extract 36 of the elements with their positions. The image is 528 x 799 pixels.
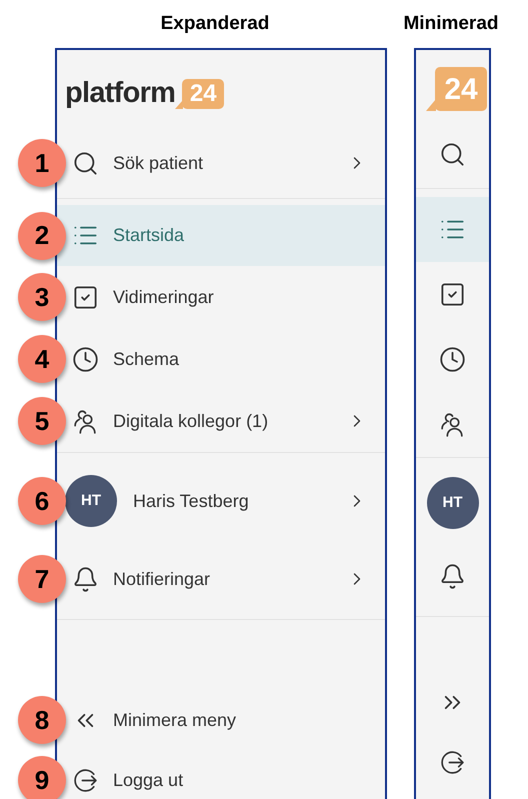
bell-icon <box>439 562 466 590</box>
number-badge: 3 <box>18 273 66 321</box>
number-badge: 5 <box>18 397 66 445</box>
menu-item[interactable]: Digitala kollegor (1) <box>67 390 385 452</box>
menu-item[interactable]: Startsida <box>57 205 385 266</box>
logout-icon <box>439 748 466 776</box>
menu-item[interactable]: Logga ut <box>67 750 385 799</box>
section-heading: Minimerad <box>403 12 499 36</box>
avatar: HT <box>65 475 117 527</box>
menu-item[interactable]: Notifieringar <box>67 549 385 609</box>
logout-icon <box>72 766 99 794</box>
logo-mark: 24 <box>426 67 487 111</box>
menu-item[interactable]: Vidimeringar <box>67 266 385 328</box>
menu-item[interactable]: Schema <box>67 328 385 390</box>
menu-item[interactable]: Sök patient <box>67 128 385 198</box>
number-badge: 2 <box>18 212 66 260</box>
clock-icon <box>72 346 99 372</box>
avatar: HT <box>426 477 478 529</box>
menu-item[interactable]: HT Haris Testberg <box>67 453 385 549</box>
menu-item[interactable]: HT <box>416 458 489 548</box>
number-badge: 8 <box>18 696 66 744</box>
clock-icon <box>439 346 466 373</box>
number-badge: 7 <box>18 555 66 603</box>
logo: platform <box>65 76 176 112</box>
bell-icon <box>72 566 99 592</box>
number-badge: 9 <box>18 756 66 799</box>
section-heading: Expanderad <box>160 12 270 36</box>
search-icon <box>439 140 466 168</box>
checkbox-icon <box>439 281 466 308</box>
number-badge: 4 <box>18 335 66 383</box>
number-badge: 6 <box>18 477 66 525</box>
logo-mark: 24 <box>175 79 224 109</box>
number-badge: 1 <box>18 139 66 187</box>
checkbox-icon <box>72 284 99 310</box>
search-icon <box>72 150 99 176</box>
menu-item[interactable]: Minimera meny <box>67 690 385 750</box>
